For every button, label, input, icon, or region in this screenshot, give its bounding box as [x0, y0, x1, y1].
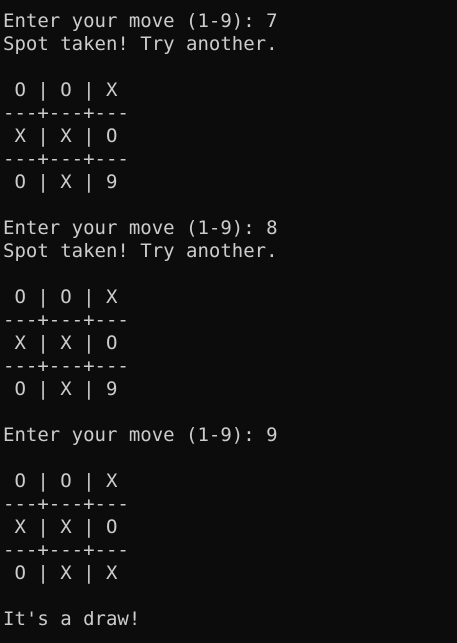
terminal-line: O | O | X	[3, 79, 118, 101]
terminal-line: ---+---+---	[3, 148, 129, 170]
terminal-line: Enter your move (1-9): 8	[3, 217, 278, 239]
terminal-line: It's a draw!	[3, 608, 141, 630]
terminal-line: X | X | O	[3, 125, 118, 147]
terminal-output: Enter your move (1-9): 7 Spot taken! Try …	[0, 0, 457, 643]
terminal-line: ---+---+---	[3, 355, 129, 377]
terminal-line: Spot taken! Try another.	[3, 33, 278, 55]
terminal-line: Spot taken! Try another.	[3, 240, 278, 262]
terminal-line: Enter your move (1-9): 9	[3, 424, 278, 446]
terminal-line: ---+---+---	[3, 493, 129, 515]
terminal-line: O | O | X	[3, 470, 118, 492]
terminal-line: ---+---+---	[3, 102, 129, 124]
terminal-line: X | X | O	[3, 516, 118, 538]
terminal-line: Enter your move (1-9): 7	[3, 10, 278, 32]
terminal-line: O | X | X	[3, 562, 118, 584]
terminal-line: ---+---+---	[3, 309, 129, 331]
terminal-line: ---+---+---	[3, 539, 129, 561]
terminal-line: X | X | O	[3, 332, 118, 354]
terminal-line: O | O | X	[3, 286, 118, 308]
terminal-line: O | X | 9	[3, 378, 118, 400]
terminal-line: O | X | 9	[3, 171, 118, 193]
